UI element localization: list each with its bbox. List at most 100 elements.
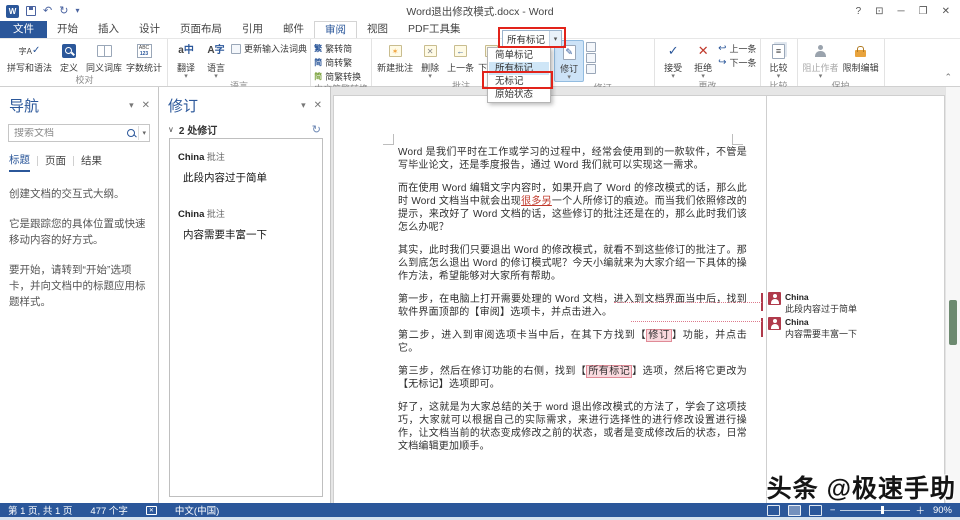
new-comment-button[interactable]: ✶ 新建批注 (375, 40, 415, 74)
margin-comment[interactable]: China 内容需要丰富一下 (768, 317, 938, 339)
tab-page-layout[interactable]: 页面布局 (170, 21, 232, 38)
restore-icon[interactable]: ❐ (919, 6, 928, 17)
spelling-grammar-button[interactable]: 字A✓ 拼写和语法 (5, 40, 54, 74)
convert-char-icon: 简 (314, 70, 322, 84)
doc-paragraph[interactable]: 第三步，然后在修订功能的右侧，找到【所有标记】选项，然后将它更改为【无标记】选项… (398, 365, 747, 391)
convert-button[interactable]: 简 简繁转换 (314, 70, 361, 83)
tab-home[interactable]: 开始 (47, 21, 88, 38)
reject-button[interactable]: ✕ 拒绝▾ (688, 40, 718, 80)
menu-item-original[interactable]: 原始状态 (489, 88, 549, 101)
save-icon[interactable] (26, 6, 36, 16)
accept-button[interactable]: ✓ 接受▾ (658, 40, 688, 80)
doc-paragraph[interactable]: 其实，此时我们只要退出 Word 的修改模式，就看不到这些修订的批注了。那么到底… (398, 244, 747, 283)
thesaurus-button[interactable]: 同义词库 (84, 40, 124, 74)
search-icon[interactable] (127, 129, 136, 138)
zoom-slider[interactable] (840, 510, 910, 511)
word-count-button[interactable]: ABC123 字数统计 (124, 40, 164, 74)
word-count-indicator[interactable]: 477 个字 (90, 503, 128, 517)
tab-review[interactable]: 审阅 (314, 21, 357, 38)
undo-icon[interactable]: ↶ (43, 5, 52, 17)
group-chinese-conversion: 繁 繁转简 简 简转繁 简 简繁转换 中文简繁转换 (311, 39, 372, 86)
zoom-out-icon[interactable]: − (830, 505, 836, 516)
next-change-button[interactable]: ↪ 下一条 (718, 56, 756, 69)
revision-entry[interactable]: China 批注 内容需要丰富一下 (178, 207, 314, 242)
customize-qat-icon[interactable]: ▾ (75, 5, 79, 17)
zoom-slider-knob[interactable] (881, 506, 884, 514)
tab-design[interactable]: 设计 (129, 21, 170, 38)
redo-icon[interactable]: ↻ (59, 5, 68, 17)
show-markup-icon[interactable] (586, 53, 596, 63)
restrict-editing-button[interactable]: 限制编辑 (841, 40, 881, 74)
doc-paragraph[interactable]: 第一步，在电脑上打开需要处理的 Word 文档，进入到文档界面当中后，找到软件界… (398, 293, 747, 319)
delete-comment-icon: ✕ (424, 45, 437, 57)
menu-item-all-markup[interactable]: 所有标记 (489, 62, 549, 75)
doc-paragraph[interactable]: 第二步，进入到审阅选项卡当中后，在其下方找到【修订】功能，并点击它。 (398, 329, 747, 355)
menu-item-simple-markup[interactable]: 简单标记 (489, 49, 549, 62)
minimize-icon[interactable]: ─ (898, 6, 905, 17)
zoom-level[interactable]: 90% (933, 505, 952, 516)
close-icon[interactable]: ✕ (942, 6, 950, 17)
nav-tab-pages[interactable]: 页面 (45, 151, 66, 171)
doc-paragraph[interactable]: 而在使用 Word 编辑文字内容时，如果开启了 Word 的修改模式的话，那么此… (398, 182, 747, 234)
collapse-revisions-icon[interactable]: ∨ (168, 125, 174, 134)
close-pane-icon[interactable]: ✕ (142, 100, 150, 111)
nav-hint-1: 创建文档的交互式大纲。 (9, 186, 149, 202)
previous-change-button[interactable]: ↩ 上一条 (718, 42, 756, 55)
tab-insert[interactable]: 插入 (88, 21, 129, 38)
revision-entry[interactable]: China 批注 此段内容过于简单 (178, 150, 314, 185)
print-layout-icon[interactable] (788, 505, 801, 516)
word-app-icon[interactable]: W (6, 5, 19, 18)
nav-tab-headings[interactable]: 标题 (9, 150, 30, 172)
previous-comment-button[interactable]: ← 上一条 (445, 40, 476, 74)
tab-references[interactable]: 引用 (232, 21, 273, 38)
refresh-icon[interactable]: ↻ (312, 123, 321, 136)
comment-anchor: 修订 (646, 329, 672, 342)
block-authors-button[interactable]: 阻止作者▾ (801, 40, 841, 80)
define-button[interactable]: 定义 (54, 40, 84, 74)
document-paragraphs: Word 是我们平时在工作或学习的过程中，经常会使用到的一款软件，不管是写毕业论… (398, 146, 747, 463)
word-count-icon: ABC123 (137, 44, 152, 58)
menu-item-no-markup[interactable]: 无标记 (489, 75, 549, 88)
previous-comment-icon: ← (454, 45, 467, 57)
compare-button[interactable]: ≡ 比较▾ (764, 40, 794, 80)
zoom-in-icon[interactable]: ＋ (915, 503, 925, 517)
search-input[interactable] (9, 128, 127, 139)
traditional-to-simplified-button[interactable]: 繁 繁转简 (314, 42, 361, 55)
display-for-review-icon[interactable] (586, 42, 596, 52)
ribbon-options-icon[interactable]: ⊡ (875, 6, 883, 17)
language-button[interactable]: A字 语言▾ (201, 40, 231, 80)
simplified-to-traditional-button[interactable]: 简 简转繁 (314, 56, 361, 69)
comment-text: 内容需要丰富一下 (785, 329, 857, 339)
translate-button[interactable]: a中 翻译▾ (171, 40, 201, 80)
page-indicator[interactable]: 第 1 页, 共 1 页 (8, 503, 72, 517)
navigation-pane: 导航 ▾ ✕ ▾ 标题 页面 结果 创建文档的交互式大纲。 它是跟踪您的具体位置… (0, 87, 159, 503)
help-icon[interactable]: ? (856, 6, 862, 17)
collapse-ribbon-icon[interactable]: ⌃ (944, 72, 952, 83)
display-for-review-dropdown[interactable]: 所有标记 ▾ (502, 30, 562, 47)
revisions-pane: 修订 ▾ ✕ ∨ 2 处修订 ↻ China 批注 此段内容过于简单 China… (159, 87, 331, 503)
vertical-scrollbar[interactable] (945, 87, 960, 503)
update-ime-dictionary-button[interactable]: 更新输入法词典 (231, 42, 307, 55)
read-mode-icon[interactable] (767, 505, 780, 516)
scrollbar-thumb[interactable] (949, 300, 957, 345)
tab-view[interactable]: 视图 (357, 21, 398, 38)
thesaurus-icon (97, 45, 112, 57)
nav-tab-results[interactable]: 结果 (81, 151, 102, 171)
chevron-down-icon[interactable]: ▾ (549, 31, 561, 46)
pane-options-icon[interactable]: ▾ (301, 100, 306, 111)
search-options-icon[interactable]: ▾ (138, 126, 149, 140)
tab-pdf-tools[interactable]: PDF工具集 (398, 21, 471, 38)
pane-options-icon[interactable]: ▾ (129, 100, 134, 111)
language-indicator[interactable]: 中文(中国) (175, 503, 219, 517)
tab-mailings[interactable]: 邮件 (273, 21, 314, 38)
margin-comment[interactable]: China 此段内容过于简单 (768, 292, 938, 314)
web-layout-icon[interactable] (809, 505, 822, 516)
proofing-status-icon[interactable]: ✕ (146, 506, 157, 515)
revision-type: 批注 (207, 152, 225, 162)
close-pane-icon[interactable]: ✕ (314, 100, 322, 111)
delete-comment-button[interactable]: ✕ 删除▾ (415, 40, 445, 80)
doc-paragraph[interactable]: Word 是我们平时在工作或学习的过程中，经常会使用到的一款软件，不管是写毕业论… (398, 146, 747, 172)
reviewing-pane-icon[interactable] (586, 64, 596, 74)
doc-paragraph[interactable]: 好了，这就是为大家总结的关于 word 退出修改模式的方法了，学会了这项技巧，大… (398, 401, 747, 453)
tab-file[interactable]: 文件 (0, 21, 47, 38)
